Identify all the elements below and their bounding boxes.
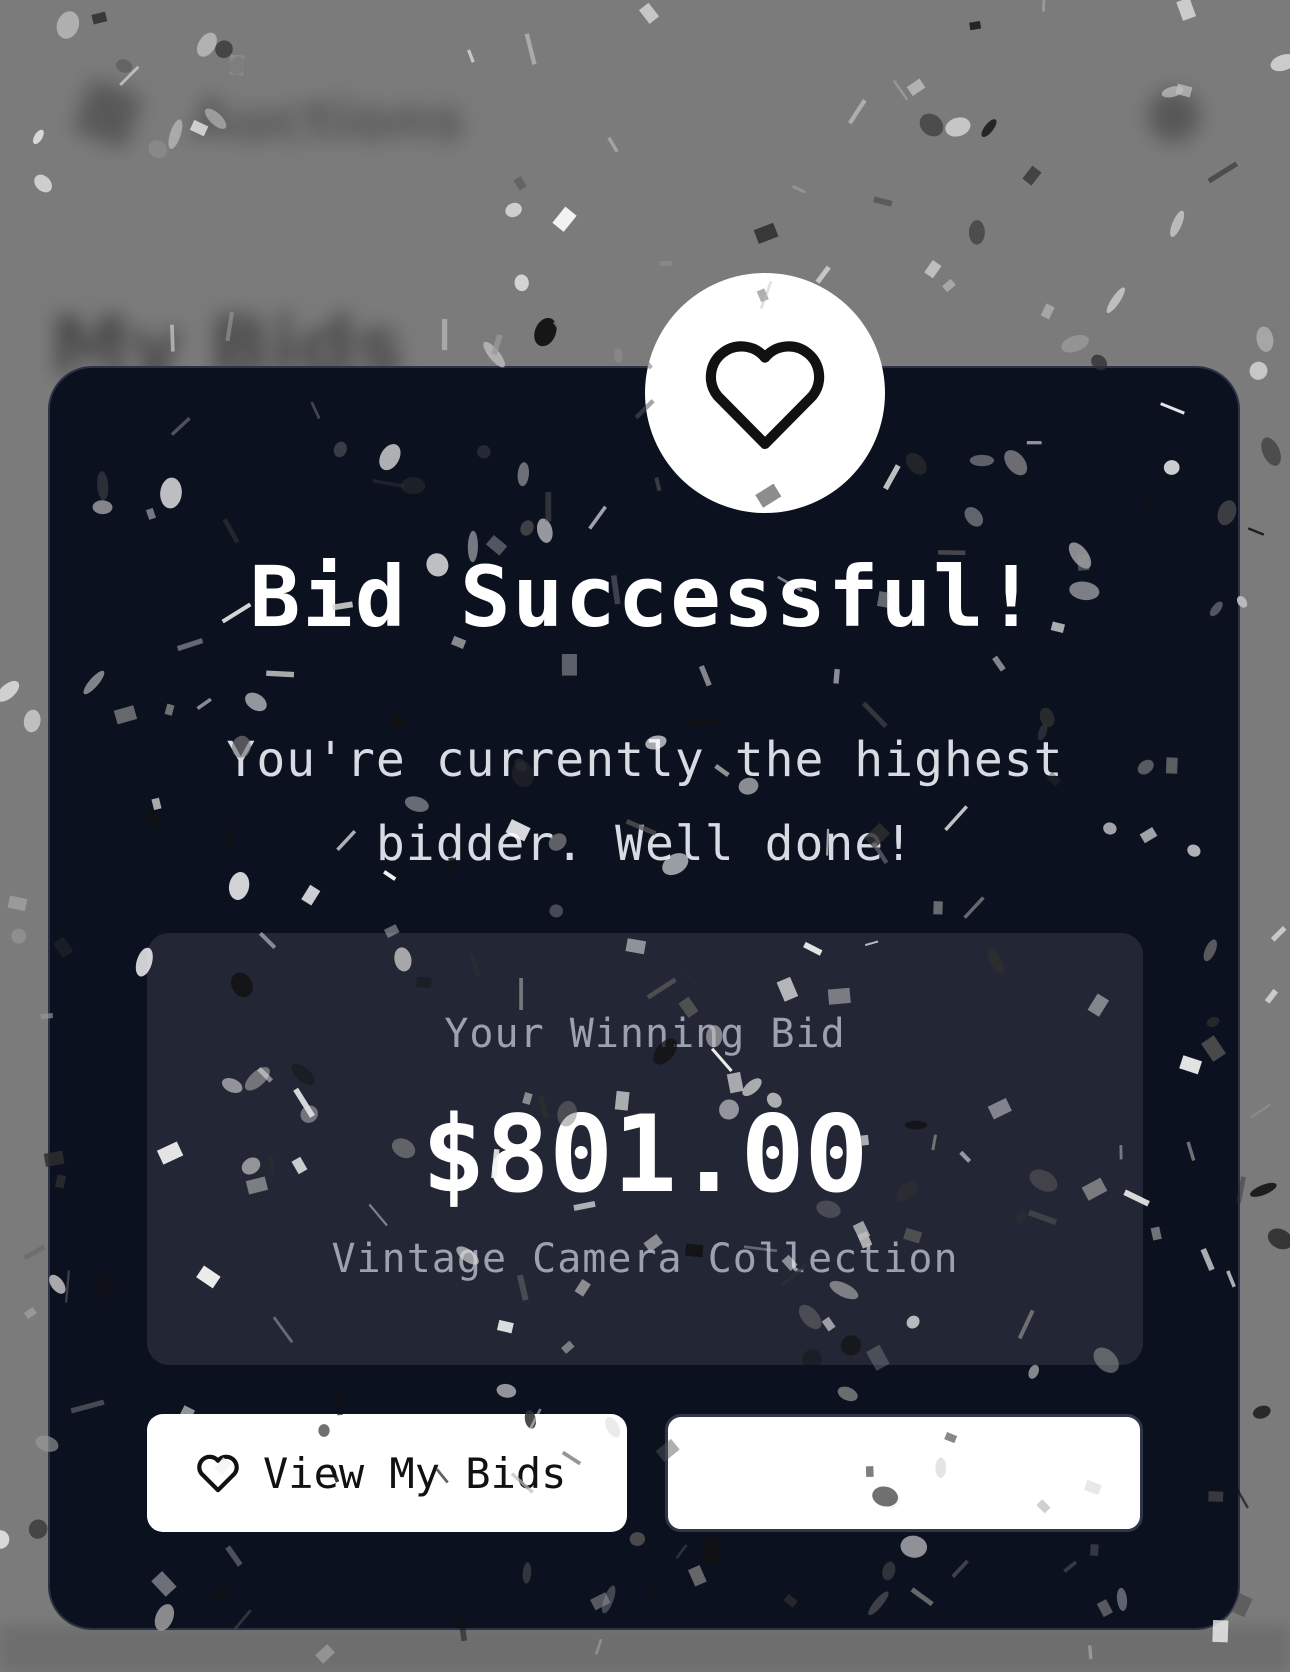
view-my-bids-button[interactable]: View My Bids (147, 1414, 627, 1532)
background-bottom-bar (0, 1625, 1290, 1672)
secondary-action-button[interactable] (665, 1414, 1143, 1532)
modal-message: You're currently the highest bidder. Wel… (226, 732, 1064, 872)
avatar (1148, 90, 1200, 142)
winning-bid-label: Your Winning Bid (444, 1011, 846, 1057)
auction-logo-icon (72, 78, 144, 150)
heart-icon (705, 341, 825, 450)
view-my-bids-label: View My Bids (263, 1448, 567, 1498)
auction-item-name: Vintage Camera Collection (331, 1236, 959, 1282)
winning-bid-amount: $801.00 (421, 1093, 869, 1216)
background-header: Auctions (70, 78, 1230, 160)
winning-bid-panel: Your Winning Bid $801.00 Vintage Camera … (147, 933, 1143, 1365)
modal-title: Bid Successful! (249, 548, 1039, 646)
background-brand: Auctions (190, 88, 465, 153)
heart-icon (197, 1454, 239, 1493)
success-icon-badge (645, 273, 885, 513)
